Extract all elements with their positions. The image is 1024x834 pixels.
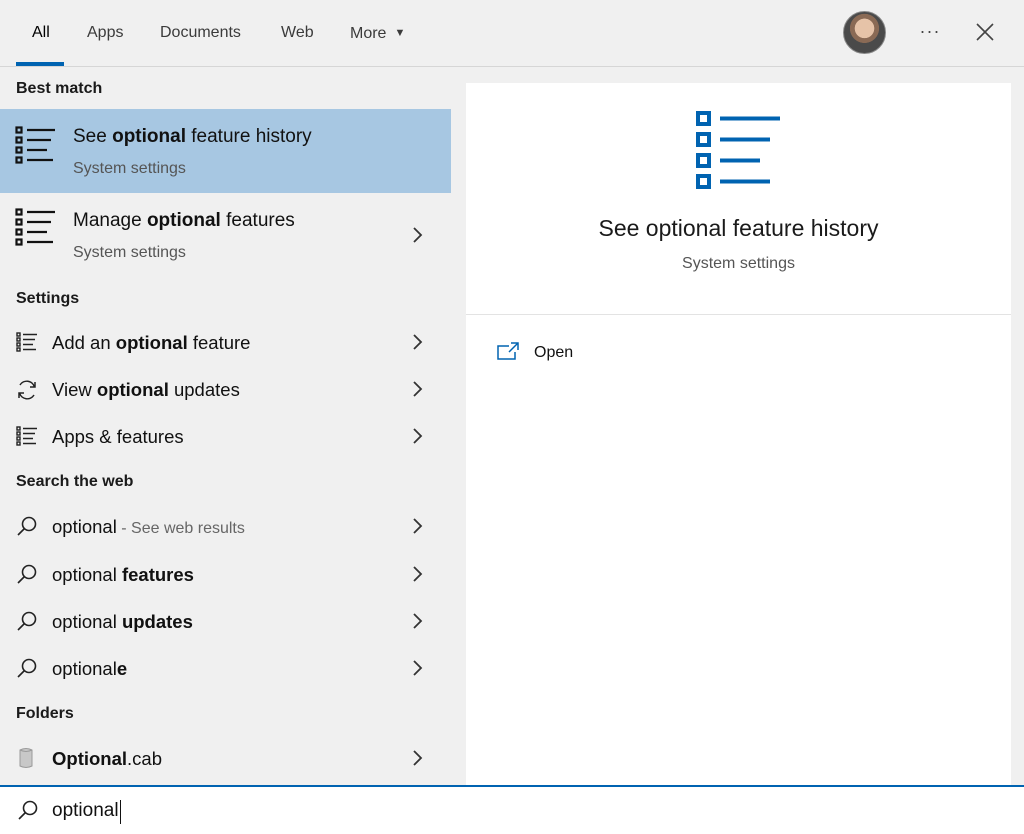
- search-input[interactable]: optional: [52, 800, 121, 824]
- tab-more-label: More: [350, 25, 387, 42]
- section-folders: Folders: [16, 705, 74, 722]
- close-icon[interactable]: [972, 19, 998, 45]
- web-result-item[interactable]: optional updates: [0, 598, 451, 645]
- web-result-label: optional updates: [52, 611, 193, 632]
- list-icon: [16, 426, 37, 446]
- chevron-right-icon[interactable]: [408, 611, 426, 631]
- best-match-result[interactable]: See optional feature history System sett…: [0, 109, 451, 193]
- chevron-right-icon[interactable]: [408, 426, 426, 446]
- refresh-icon: [18, 380, 36, 400]
- search-icon: [17, 611, 37, 631]
- web-result-label: optionale: [52, 658, 128, 679]
- tab-all-label: All: [32, 24, 50, 41]
- manage-subtitle: System settings: [73, 244, 186, 261]
- results-panel: Best match See optional feature history …: [0, 67, 466, 785]
- cabinet-file-icon: [19, 748, 33, 768]
- user-avatar[interactable]: [843, 11, 886, 54]
- chevron-right-icon[interactable]: [408, 225, 426, 245]
- tab-web-label: Web: [281, 24, 314, 41]
- chevron-right-icon[interactable]: [408, 516, 426, 536]
- tab-web[interactable]: Web: [281, 0, 314, 66]
- chevron-right-icon[interactable]: [408, 748, 426, 768]
- list-icon: [16, 332, 37, 352]
- folder-result-item[interactable]: Optional.cab: [0, 735, 451, 781]
- ellipsis-icon[interactable]: ···: [917, 18, 943, 44]
- tab-more[interactable]: More ▼: [350, 0, 405, 66]
- preview-title: See optional feature history: [598, 215, 879, 241]
- optional-features-list-icon: [15, 208, 55, 246]
- folder-result-label: Optional.cab: [52, 748, 162, 769]
- section-search-the-web: Search the web: [16, 473, 134, 490]
- settings-item-view-optional-updates[interactable]: View optional updates: [0, 366, 451, 413]
- divider: [466, 314, 1011, 315]
- web-result-label: optional features: [52, 564, 194, 585]
- settings-item-label: View optional updates: [52, 379, 240, 400]
- tab-documents[interactable]: Documents: [160, 0, 241, 66]
- tab-apps[interactable]: Apps: [87, 0, 123, 66]
- search-icon: [18, 800, 38, 820]
- settings-item-apps-features[interactable]: Apps & features: [0, 413, 451, 460]
- chevron-right-icon[interactable]: [408, 379, 426, 399]
- settings-item-label: Add an optional feature: [52, 332, 251, 353]
- preview-subtitle: System settings: [682, 255, 795, 272]
- tab-apps-label: Apps: [87, 24, 124, 41]
- chevron-right-icon[interactable]: [408, 564, 426, 584]
- open-icon: [497, 342, 519, 360]
- web-result-label: optional - See web results: [52, 516, 245, 537]
- tab-all[interactable]: All: [16, 0, 64, 66]
- scope-tab-bar: All Apps Documents Web More ▼ ···: [0, 0, 1024, 67]
- chevron-down-icon: ▼: [394, 27, 406, 39]
- search-icon: [17, 516, 37, 536]
- open-label: Open: [534, 344, 574, 361]
- settings-item-add-optional-feature[interactable]: Add an optional feature: [0, 319, 451, 366]
- search-icon: [17, 564, 37, 584]
- optional-features-list-icon: [696, 111, 780, 189]
- web-result-item[interactable]: optional features: [0, 551, 451, 598]
- settings-item-label: Apps & features: [52, 426, 184, 447]
- search-box[interactable]: optional: [0, 785, 1024, 834]
- tab-documents-label: Documents: [160, 24, 241, 41]
- search-icon: [17, 658, 37, 678]
- manage-title: Manage optional features: [73, 210, 295, 231]
- preview-panel: See optional feature history System sett…: [466, 83, 1011, 785]
- section-best-match: Best match: [16, 80, 103, 97]
- manage-optional-features-result[interactable]: Manage optional features System settings: [0, 193, 451, 277]
- chevron-right-icon[interactable]: [408, 658, 426, 678]
- section-settings: Settings: [16, 290, 80, 307]
- web-result-item[interactable]: optional - See web results: [0, 503, 451, 550]
- best-match-subtitle: System settings: [73, 160, 186, 177]
- web-result-item[interactable]: optionale: [0, 645, 451, 692]
- chevron-right-icon[interactable]: [408, 332, 426, 352]
- optional-features-list-icon: [15, 126, 55, 164]
- best-match-title: See optional feature history: [73, 126, 312, 147]
